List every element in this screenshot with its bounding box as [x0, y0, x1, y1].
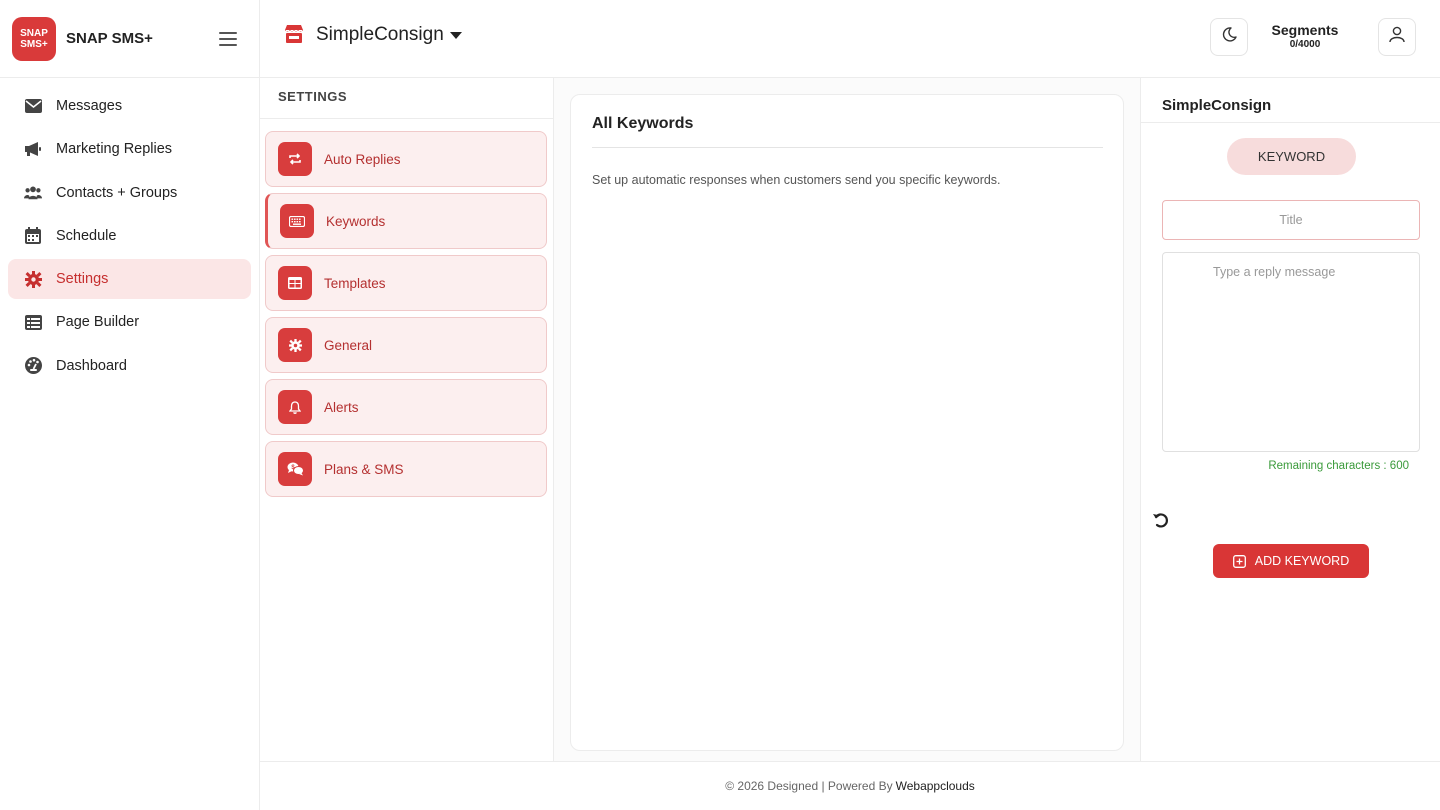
store-selector[interactable]: SimpleConsign — [284, 24, 462, 46]
bell-icon — [278, 390, 312, 424]
top-bar: SimpleConsign Segments 0/4000 — [260, 0, 1440, 78]
settings-item-plans-sms[interactable]: $ Plans & SMS — [265, 441, 547, 497]
sidebar-item-label: Dashboard — [56, 357, 127, 374]
user-icon — [1389, 26, 1405, 48]
settings-item-alerts[interactable]: Alerts — [265, 379, 547, 435]
repeat-icon — [278, 142, 312, 176]
settings-item-templates[interactable]: Templates — [265, 255, 547, 311]
keywords-title: All Keywords — [592, 115, 694, 132]
sidebar: SNAP SMS+ SNAP SMS+ Messages Marketing R… — [0, 0, 260, 810]
sidebar-item-page-builder[interactable]: Page Builder — [8, 302, 251, 342]
megaphone-icon — [24, 140, 42, 158]
store-name: SimpleConsign — [316, 24, 444, 45]
sidebar-item-label: Settings — [56, 271, 109, 288]
settings-item-auto-replies[interactable]: Auto Replies — [265, 131, 547, 187]
sidebar-nav: Messages Marketing Replies Contacts + Gr… — [0, 78, 259, 397]
title-input[interactable] — [1162, 200, 1420, 240]
settings-item-label: Templates — [324, 275, 386, 291]
sidebar-item-marketing-replies[interactable]: Marketing Replies — [8, 129, 251, 169]
caret-down-icon — [449, 31, 462, 39]
sidebar-item-messages[interactable]: Messages — [8, 86, 251, 126]
settings-item-general[interactable]: General — [265, 317, 547, 373]
theme-toggle-button[interactable] — [1210, 18, 1248, 56]
segments-counter: Segments 0/4000 — [1270, 22, 1340, 50]
remaining-characters: Remaining characters : 600 — [1268, 460, 1409, 472]
brand-name: SNAP SMS+ — [66, 30, 153, 47]
users-icon — [24, 184, 42, 202]
logo-line-2: SMS+ — [20, 38, 48, 50]
settings-panel: SETTINGS Auto Replies Keywords Templates… — [260, 78, 554, 761]
keyword-type-pill[interactable]: KEYWORD — [1227, 138, 1356, 175]
sidebar-item-label: Contacts + Groups — [56, 184, 178, 201]
keywords-description: Set up automatic responses when customer… — [592, 173, 1001, 187]
settings-item-label: General — [324, 337, 373, 353]
keyboard-icon — [280, 204, 314, 238]
footer: © 2026 Designed | Powered By Webappcloud… — [260, 761, 1440, 810]
segments-value: 0/4000 — [1289, 39, 1321, 50]
reply-message-input[interactable] — [1162, 252, 1420, 452]
settings-list: Auto Replies Keywords Templates General … — [260, 119, 553, 497]
sidebar-item-dashboard[interactable]: Dashboard — [8, 346, 251, 386]
logo-line-1: SNAP — [20, 27, 48, 39]
panel-title: SimpleConsign — [1141, 78, 1440, 123]
sidebar-item-label: Messages — [56, 98, 123, 114]
settings-item-keywords[interactable]: Keywords — [265, 193, 547, 249]
undo-icon[interactable] — [1151, 510, 1171, 530]
settings-item-label: Plans & SMS — [324, 461, 404, 477]
settings-item-label: Keywords — [326, 213, 386, 229]
gauge-icon — [24, 357, 42, 375]
brand-header: SNAP SMS+ SNAP SMS+ — [0, 0, 259, 78]
settings-item-label: Auto Replies — [324, 151, 401, 167]
sidebar-item-contacts-groups[interactable]: Contacts + Groups — [8, 173, 251, 213]
table-list-icon — [24, 313, 42, 331]
divider — [592, 147, 1103, 148]
envelope-icon — [24, 97, 42, 115]
chat-bubbles-icon: $ — [278, 452, 312, 486]
add-keyword-label: ADD KEYWORD — [1254, 554, 1350, 568]
keyword-form-panel: SimpleConsign KEYWORD Remaining characte… — [1140, 78, 1440, 761]
segments-label: Segments — [1271, 22, 1339, 38]
settings-item-label: Alerts — [324, 399, 359, 415]
sidebar-item-schedule[interactable]: Schedule — [8, 216, 251, 256]
sidebar-item-settings[interactable]: Settings — [8, 259, 251, 300]
gear-icon — [24, 270, 42, 288]
template-grid-icon — [278, 266, 312, 300]
store-icon — [284, 25, 304, 45]
add-keyword-button[interactable]: ADD KEYWORD — [1213, 544, 1369, 578]
plus-square-icon — [1232, 554, 1246, 568]
footer-text: © 2026 Designed | Powered By — [725, 779, 893, 793]
sidebar-item-label: Page Builder — [56, 314, 140, 331]
user-menu-button[interactable] — [1378, 18, 1416, 56]
footer-link[interactable]: Webappclouds — [896, 779, 975, 793]
sidebar-item-label: Schedule — [56, 227, 117, 244]
keywords-card: All Keywords Set up automatic responses … — [570, 94, 1124, 751]
settings-title: SETTINGS — [260, 78, 553, 119]
calendar-icon — [24, 227, 42, 245]
app-logo[interactable]: SNAP SMS+ — [12, 16, 56, 61]
moon-icon — [1222, 27, 1237, 47]
menu-toggle-icon[interactable] — [219, 31, 237, 46]
sidebar-item-label: Marketing Replies — [56, 141, 173, 158]
gear-icon — [278, 328, 312, 362]
